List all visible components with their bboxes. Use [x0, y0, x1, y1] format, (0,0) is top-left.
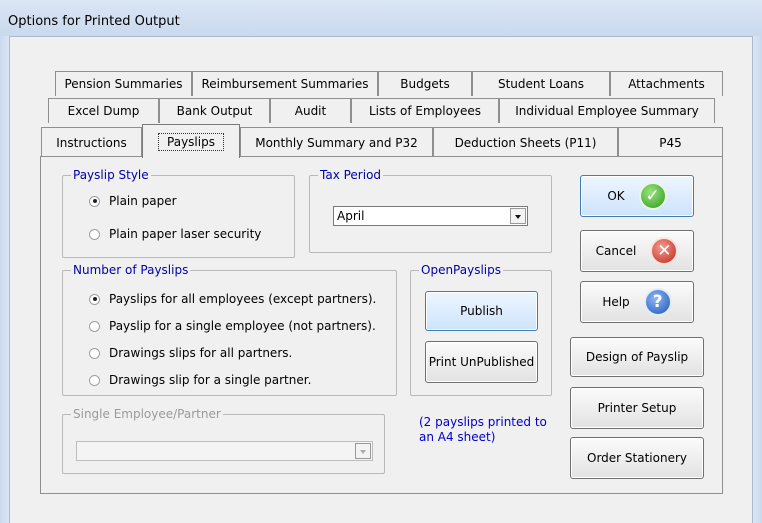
- tab-deduction-sheets-p11[interactable]: Deduction Sheets (P11): [433, 127, 618, 157]
- tab-label: Deduction Sheets (P11): [454, 136, 597, 150]
- tab-label: Budgets: [400, 77, 450, 91]
- tax-period-legend: Tax Period: [320, 168, 382, 182]
- radio-plain-paper-laser-security[interactable]: Plain paper laser security: [89, 227, 261, 241]
- chevron-down-icon: [355, 443, 371, 459]
- single-employee-partner-legend: Single Employee/Partner: [73, 407, 221, 421]
- tab-payslips[interactable]: Payslips: [142, 124, 240, 158]
- tab-reimbursement-summaries[interactable]: Reimbursement Summaries: [192, 71, 378, 96]
- tab-label: Individual Employee Summary: [515, 104, 699, 118]
- tab-label: Monthly Summary and P32: [255, 136, 418, 150]
- options-dialog: Options for Printed Output Pension Summa…: [0, 0, 762, 523]
- print-unpublished-button[interactable]: Print UnPublished: [425, 341, 538, 383]
- tab-label: Attachments: [628, 77, 705, 91]
- radio-selected-indicator: [89, 293, 100, 305]
- tab-individual-employee-summary[interactable]: Individual Employee Summary: [499, 98, 715, 123]
- tab-student-loans[interactable]: Student Loans: [472, 71, 610, 96]
- close-icon: ✕: [650, 237, 679, 265]
- tab-excel-dump[interactable]: Excel Dump: [48, 98, 159, 123]
- tab-instructions[interactable]: Instructions: [41, 127, 142, 157]
- tab-label: Audit: [294, 104, 327, 118]
- design-of-payslip-label: Design of Payslip: [585, 350, 689, 364]
- radio-label: Plain paper laser security: [109, 227, 262, 241]
- window-title: Options for Printed Output: [8, 14, 180, 29]
- radio-single-employee[interactable]: Payslip for a single employee (not partn…: [89, 319, 376, 333]
- ok-button-label: OK: [607, 189, 625, 203]
- tab-bank-output[interactable]: Bank Output: [159, 98, 270, 123]
- order-stationery-button[interactable]: Order Stationery: [570, 437, 704, 479]
- radio-label: Drawings slips for all partners.: [109, 346, 293, 360]
- tax-period-select[interactable]: April: [333, 206, 528, 226]
- tab-label: Payslips: [158, 133, 224, 151]
- tab-label: Lists of Employees: [368, 104, 482, 118]
- tab-label: Pension Summaries: [64, 77, 183, 91]
- tab-lists-of-employees[interactable]: Lists of Employees: [351, 98, 499, 123]
- single-employee-select: [76, 441, 373, 461]
- tab-label: Instructions: [56, 136, 127, 150]
- radio-indicator: [89, 374, 100, 386]
- radio-indicator: [89, 320, 100, 332]
- check-icon: ✓: [638, 182, 667, 210]
- radio-label: Payslips for all employees (except partn…: [109, 292, 377, 306]
- tab-attachments[interactable]: Attachments: [610, 71, 723, 96]
- cancel-button-label: Cancel: [595, 244, 637, 258]
- radio-single-partner[interactable]: Drawings slip for a single partner.: [89, 373, 311, 387]
- tax-period-value: April: [337, 209, 365, 223]
- radio-selected-indicator: [89, 195, 100, 207]
- radio-indicator: [89, 228, 100, 240]
- order-stationery-label: Order Stationery: [587, 451, 687, 465]
- publish-button-label: Publish: [460, 304, 503, 318]
- publish-button[interactable]: Publish: [425, 291, 538, 331]
- tab-label: Excel Dump: [67, 104, 140, 118]
- print-unpublished-label: Print UnPublished: [428, 355, 535, 369]
- radio-all-employees[interactable]: Payslips for all employees (except partn…: [89, 292, 376, 306]
- help-icon: ?: [643, 288, 672, 316]
- ok-button[interactable]: OK ✓: [580, 175, 694, 217]
- radio-indicator: [89, 347, 100, 359]
- help-button-label: Help: [602, 295, 630, 309]
- radio-label: Payslip for a single employee (not partn…: [109, 319, 376, 333]
- tab-monthly-summary-p32[interactable]: Monthly Summary and P32: [240, 127, 433, 157]
- window-frame-left: [0, 36, 10, 523]
- number-of-payslips-legend: Number of Payslips: [73, 263, 189, 277]
- open-payslips-legend: OpenPayslips: [421, 263, 501, 277]
- tab-p45[interactable]: P45: [618, 127, 723, 157]
- printer-setup-button[interactable]: Printer Setup: [570, 387, 704, 429]
- tab-label: Reimbursement Summaries: [201, 77, 369, 91]
- radio-plain-paper[interactable]: Plain paper: [89, 194, 177, 208]
- radio-label: Plain paper: [109, 194, 177, 208]
- tab-label: Student Loans: [497, 77, 585, 91]
- note-line-2: an A4 sheet): [419, 430, 496, 444]
- printer-setup-label: Printer Setup: [597, 401, 677, 415]
- note-line-1: (2 payslips printed to: [419, 415, 547, 429]
- title-bar[interactable]: Options for Printed Output: [0, 0, 762, 37]
- radio-label: Drawings slip for a single partner.: [109, 373, 312, 387]
- radio-all-partners[interactable]: Drawings slips for all partners.: [89, 346, 292, 360]
- tab-budgets[interactable]: Budgets: [378, 71, 472, 96]
- tab-audit[interactable]: Audit: [270, 98, 351, 123]
- window-frame-right: [752, 36, 762, 523]
- help-button[interactable]: Help ?: [580, 281, 694, 323]
- tab-pension-summaries[interactable]: Pension Summaries: [55, 71, 192, 96]
- chevron-down-icon[interactable]: [510, 208, 526, 224]
- cancel-button[interactable]: Cancel ✕: [580, 230, 694, 272]
- payslip-style-legend: Payslip Style: [73, 168, 149, 182]
- payslip-sheet-note: (2 payslips printed to an A4 sheet): [419, 415, 547, 445]
- design-of-payslip-button[interactable]: Design of Payslip: [570, 337, 704, 377]
- tab-label: Bank Output: [176, 104, 253, 118]
- tab-label: P45: [659, 136, 682, 150]
- payslip-style-group: Payslip Style: [62, 168, 295, 258]
